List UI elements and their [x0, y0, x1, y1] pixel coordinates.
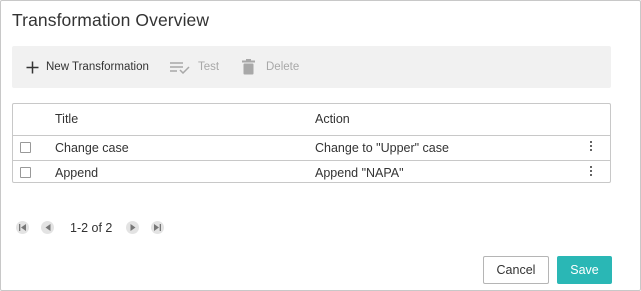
save-button[interactable]: Save: [557, 256, 612, 284]
row-action: Append "NAPA": [315, 166, 404, 180]
new-transformation-label: New Transformation: [46, 61, 149, 73]
checklist-icon: [170, 61, 191, 74]
table-header: Title Action: [13, 104, 610, 136]
first-page-icon[interactable]: [16, 221, 29, 234]
row-checkbox[interactable]: [20, 142, 31, 153]
column-header-action[interactable]: Action: [315, 112, 350, 126]
plus-icon: [26, 61, 39, 74]
row-checkbox[interactable]: [20, 167, 31, 178]
transformations-table: Title Action Change case Change to "Uppe…: [12, 103, 611, 183]
row-title: Append: [55, 166, 99, 180]
more-options-icon[interactable]: [589, 141, 593, 153]
test-label: Test: [198, 61, 220, 73]
last-page-icon[interactable]: [151, 221, 164, 234]
previous-page-icon[interactable]: [41, 221, 54, 234]
trash-icon: [242, 59, 255, 75]
more-options-icon[interactable]: [589, 166, 593, 178]
cancel-button[interactable]: Cancel: [483, 256, 549, 284]
toolbar: New Transformation Test Delete: [12, 46, 611, 88]
test-button[interactable]: Test: [170, 46, 219, 88]
transformation-dialog: Transformation Overview New Transformati…: [0, 0, 641, 291]
column-header-title[interactable]: Title: [55, 112, 78, 126]
row-title: Change case: [55, 141, 129, 155]
row-action: Change to "Upper" case: [315, 141, 449, 155]
delete-label: Delete: [266, 61, 300, 73]
new-transformation-button[interactable]: New Transformation: [26, 46, 149, 88]
delete-button[interactable]: Delete: [242, 46, 299, 88]
dialog-title: Transformation Overview: [12, 10, 210, 30]
table-row[interactable]: Append Append "NAPA": [13, 161, 610, 185]
page-range-text: 1-2 of 2: [70, 221, 113, 235]
next-page-icon[interactable]: [126, 221, 139, 234]
table-row[interactable]: Change case Change to "Upper" case: [13, 136, 610, 161]
